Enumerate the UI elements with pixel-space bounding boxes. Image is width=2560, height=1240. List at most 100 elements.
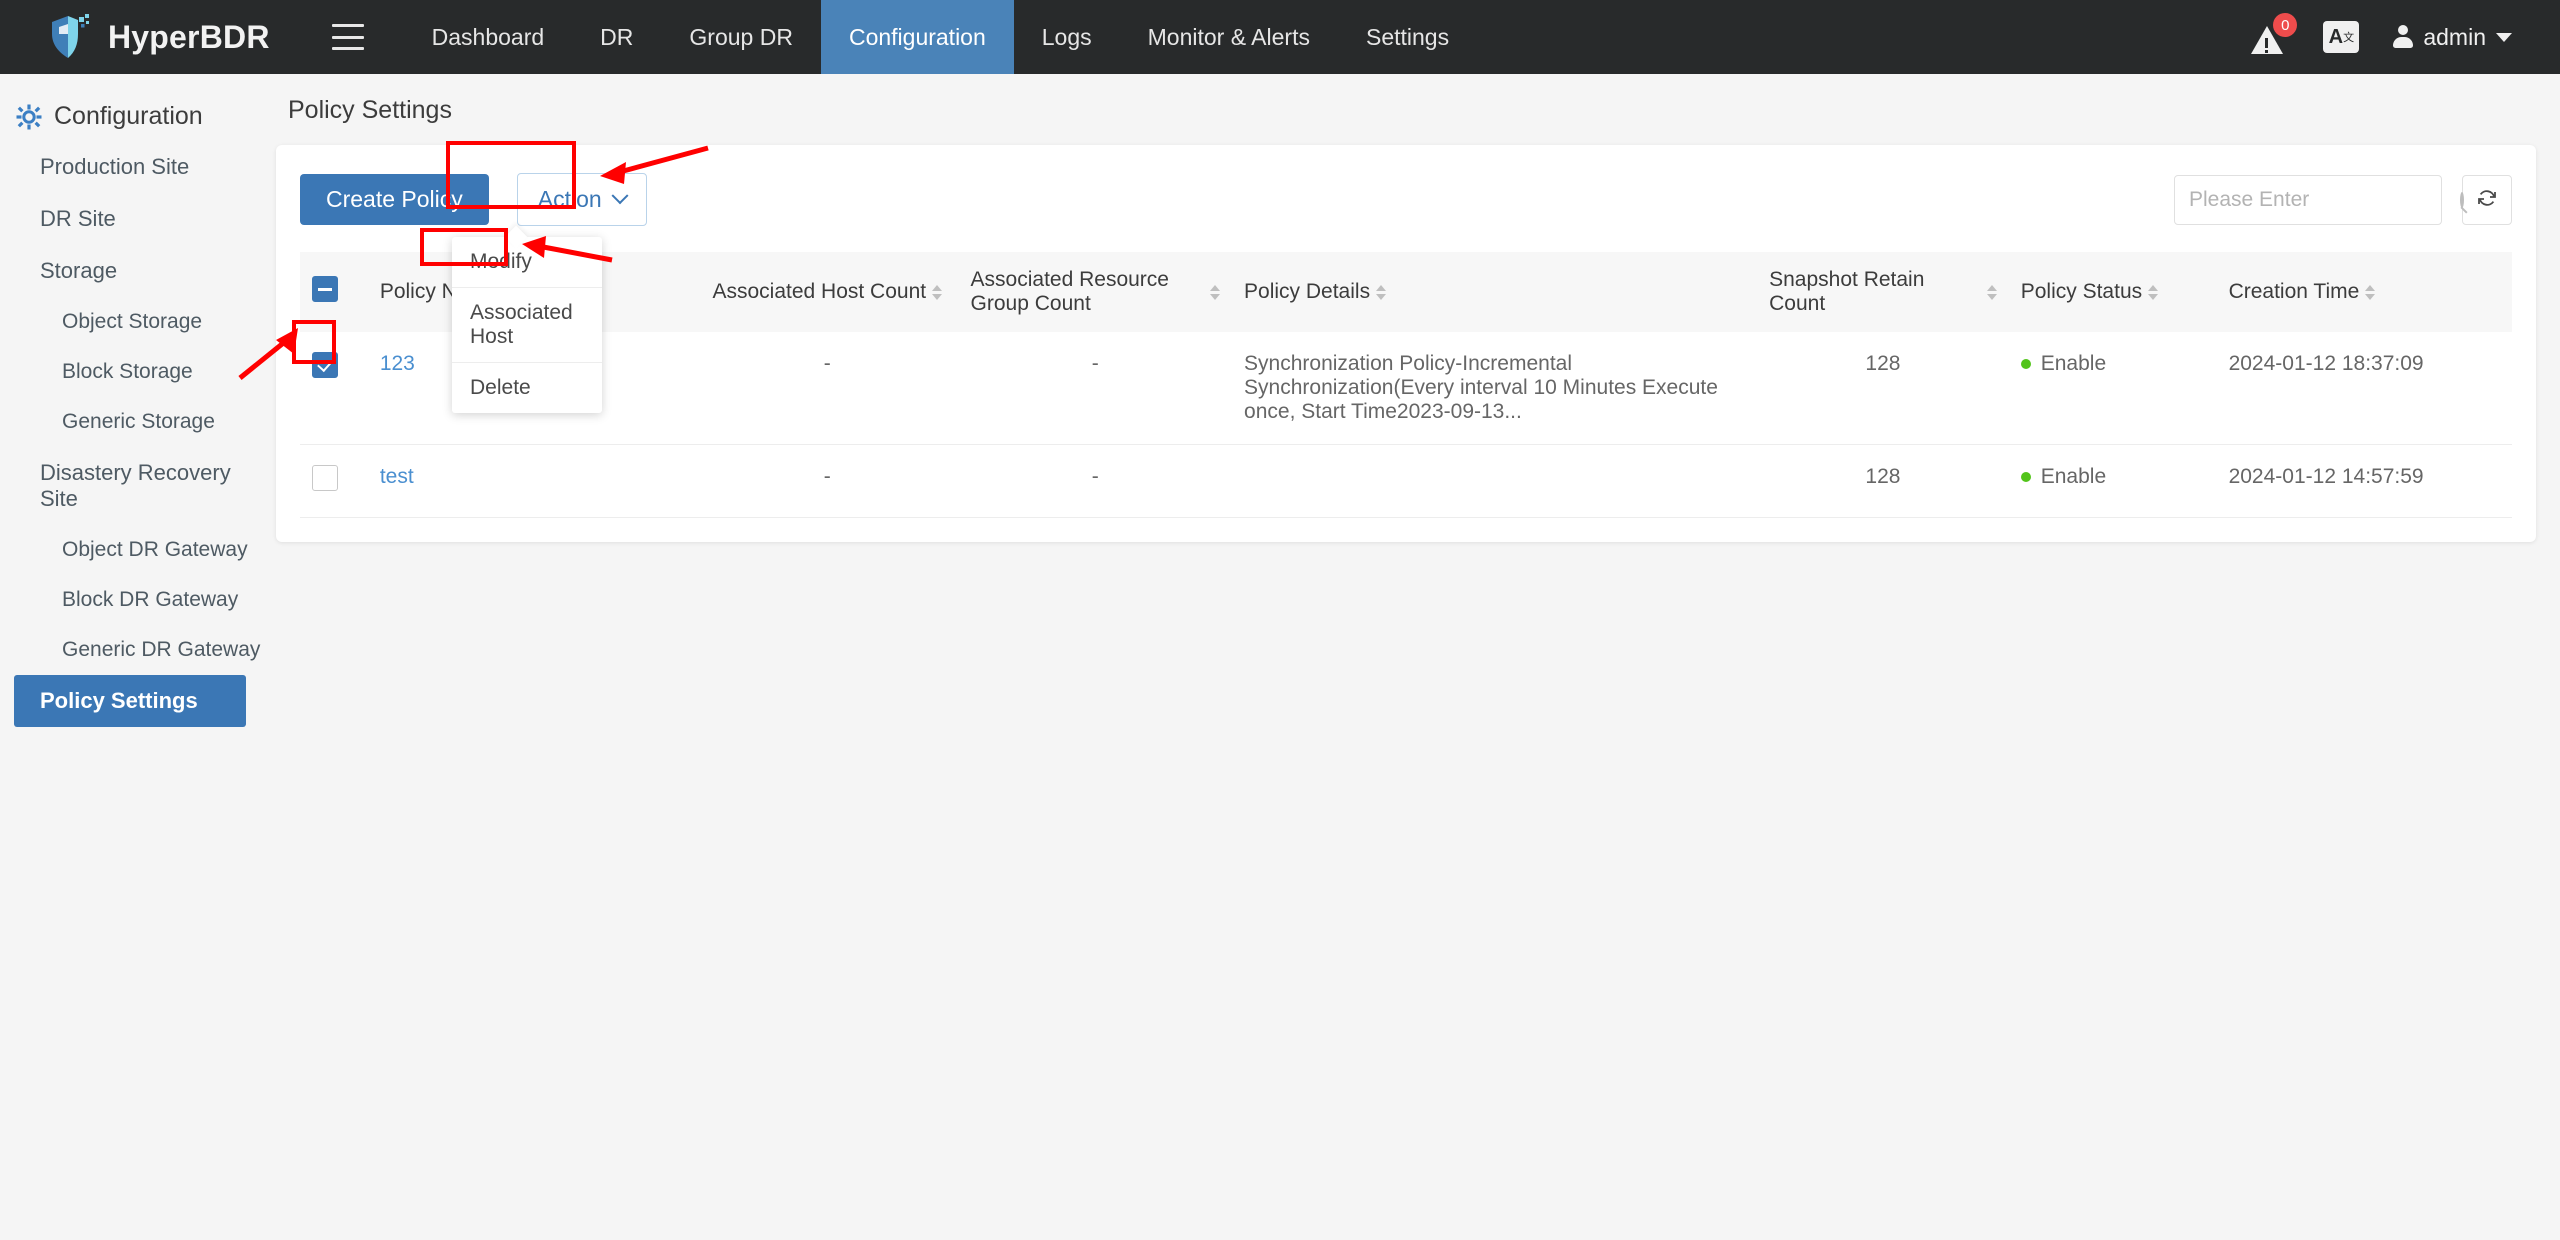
column-label: Associated Resource Group Count	[970, 268, 1169, 315]
toolbar: Create Policy Action Please Enter Modify…	[300, 173, 2512, 413]
top-navigation-bar: HyperBDR Dashboard DR Group DR Configura…	[0, 0, 2560, 74]
table-row: test - - 128 Enable 2024-01-12 14:57:59	[300, 444, 2512, 518]
table-row: 123 - - Synchronization Policy-Increment…	[300, 332, 2512, 445]
sidebar-item-production-site[interactable]: Production Site	[0, 141, 268, 193]
sort-icon[interactable]	[932, 284, 943, 300]
user-name-label: admin	[2423, 23, 2486, 50]
nav-item-dashboard[interactable]: Dashboard	[404, 0, 573, 74]
sort-icon[interactable]	[1986, 284, 1997, 300]
sort-icon[interactable]	[1210, 284, 1221, 300]
cell-policy-details	[1232, 444, 1758, 518]
user-avatar-icon	[2393, 25, 2414, 49]
dropdown-item-associated-host[interactable]: Associated Host	[452, 288, 602, 363]
chevron-down-icon	[2496, 32, 2512, 42]
nav-item-configuration[interactable]: Configuration	[820, 0, 1014, 74]
create-policy-button[interactable]: Create Policy	[300, 174, 489, 225]
policy-name-link[interactable]: test	[380, 465, 414, 488]
sidebar-item-policy-settings[interactable]: Policy Settings	[14, 675, 246, 727]
sidebar-item-block-dr-gateway[interactable]: Block DR Gateway	[0, 575, 268, 625]
column-associated-resource-group-count[interactable]: Associated Resource Group Count	[959, 252, 1232, 332]
warning-triangle-icon[interactable]: 0	[2249, 13, 2298, 56]
column-label: Creation Time	[2228, 280, 2360, 303]
cell-policy-details: Synchronization Policy-Incremental Synch…	[1232, 332, 1758, 445]
sort-icon[interactable]	[2148, 284, 2159, 300]
policy-table: Policy Name Associated Host Count Associ…	[300, 252, 2512, 518]
sort-icon[interactable]	[2365, 284, 2376, 300]
search-box[interactable]	[2174, 174, 2464, 225]
brand-name: HyperBDR	[108, 18, 270, 55]
sidebar-item-dr-site[interactable]: DR Site	[0, 193, 268, 245]
sidebar-heading-label: Configuration	[54, 102, 203, 130]
search-icon[interactable]	[2460, 191, 2464, 208]
cell-associated-host-count: -	[696, 444, 959, 518]
column-creation-time[interactable]: Creation Time	[2217, 252, 2512, 332]
sidebar-item-object-storage[interactable]: Object Storage	[0, 297, 268, 347]
table-header: Policy Name Associated Host Count Associ…	[300, 252, 2512, 332]
column-label: Policy Details	[1244, 280, 1371, 303]
sidebar-item-storage[interactable]: Storage	[0, 245, 268, 297]
nav-item-settings[interactable]: Settings	[1338, 0, 1477, 74]
cell-creation-time: 2024-01-12 14:57:59	[2216, 444, 2512, 518]
brand-logo[interactable]: HyperBDR	[0, 14, 270, 60]
column-policy-details[interactable]: Policy Details	[1232, 252, 1757, 332]
policy-name-link[interactable]: 123	[380, 352, 415, 375]
sidebar-item-generic-storage[interactable]: Generic Storage	[0, 397, 268, 447]
sort-icon[interactable]	[1376, 284, 1387, 300]
hamburger-line	[331, 35, 364, 39]
column-policy-status[interactable]: Policy Status	[2009, 252, 2217, 332]
search-input[interactable]	[2189, 187, 2460, 212]
main-menu: Dashboard DR Group DR Configuration Logs…	[404, 0, 1477, 74]
refresh-button[interactable]	[2462, 174, 2512, 225]
chevron-down-icon	[611, 186, 629, 204]
page-title: Policy Settings	[288, 96, 452, 124]
exclamation-mark	[2265, 38, 2269, 53]
action-dropdown-menu: Modify Associated Host Delete	[452, 237, 602, 413]
translate-sup: 文	[2343, 32, 2355, 44]
cell-snapshot-retain-count: 128	[1757, 332, 2009, 445]
select-all-checkbox[interactable]	[312, 276, 338, 302]
table-header-row: Policy Name Associated Host Count Associ…	[300, 252, 2512, 332]
cell-policy-status: Enable	[2008, 444, 2217, 518]
cell-associated-resource-group-count: -	[958, 332, 1233, 445]
sidebar: Configuration Production Site DR Site St…	[0, 74, 268, 1240]
alert-count-badge: 0	[2273, 13, 2298, 37]
shield-logo-icon	[48, 14, 92, 60]
nav-item-group-dr[interactable]: Group DR	[661, 0, 821, 74]
user-menu[interactable]: admin	[2393, 24, 2512, 51]
cell-snapshot-retain-count: 128	[1757, 444, 2009, 518]
nav-item-monitor-alerts[interactable]: Monitor & Alerts	[1120, 0, 1338, 74]
row-checkbox[interactable]	[312, 465, 338, 491]
nav-item-logs[interactable]: Logs	[1014, 0, 1120, 74]
cell-policy-status: Enable	[2008, 332, 2217, 445]
column-label: Policy Status	[2020, 280, 2143, 303]
dropdown-item-delete[interactable]: Delete	[452, 363, 602, 413]
sidebar-item-disastery-recovery-site[interactable]: Disastery Recovery Site	[0, 447, 268, 525]
status-dot-icon	[2020, 359, 2031, 370]
column-label: Snapshot Retain Count	[1769, 268, 1925, 315]
translate-icon[interactable]: A文	[2323, 21, 2360, 53]
select-all-cell	[300, 252, 368, 332]
row-select-cell	[300, 332, 368, 445]
nav-item-dr[interactable]: DR	[572, 0, 661, 74]
hamburger-line	[331, 24, 364, 27]
hamburger-menu-icon[interactable]	[331, 24, 364, 50]
status-label: Enable	[2040, 352, 2107, 375]
sidebar-item-object-dr-gateway[interactable]: Object DR Gateway	[0, 525, 268, 575]
sidebar-item-block-storage[interactable]: Block Storage	[0, 347, 268, 397]
cell-associated-host-count: -	[696, 332, 959, 445]
toolbar-right	[2174, 174, 2512, 225]
hamburger-line	[331, 47, 364, 50]
sidebar-item-generic-dr-gateway[interactable]: Generic DR Gateway	[0, 625, 268, 675]
cell-associated-resource-group-count: -	[958, 444, 1233, 518]
action-button-label: Action	[537, 186, 602, 212]
cell-creation-time: 2024-01-12 18:37:09	[2216, 332, 2512, 445]
dropdown-item-modify[interactable]: Modify	[452, 237, 602, 288]
action-button[interactable]: Action	[516, 173, 647, 226]
main-content: Policy Settings Create Policy Action Ple…	[268, 74, 2560, 1240]
gear-icon	[16, 104, 42, 130]
column-snapshot-retain-count[interactable]: Snapshot Retain Count	[1757, 252, 2009, 332]
table-body: 123 - - Synchronization Policy-Increment…	[300, 332, 2512, 518]
row-checkbox[interactable]	[312, 352, 338, 378]
column-associated-host-count[interactable]: Associated Host Count	[696, 252, 959, 332]
column-label: Associated Host Count	[712, 280, 927, 303]
